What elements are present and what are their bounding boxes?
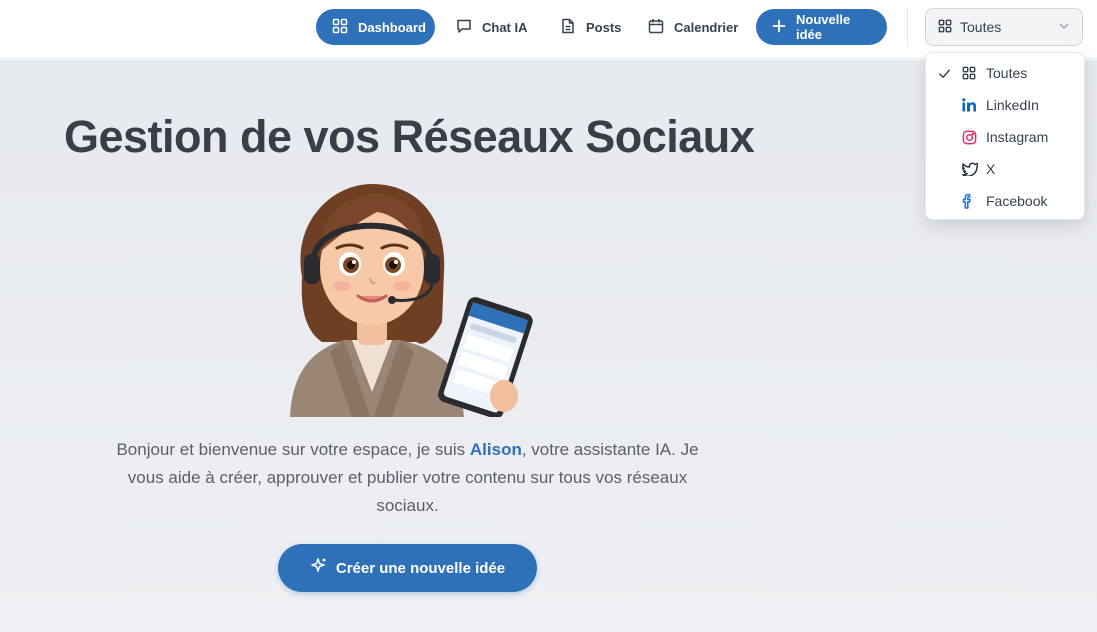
nav-posts-label: Posts [586, 19, 622, 35]
network-filter-select[interactable]: Toutes [925, 8, 1083, 46]
filter-option-label: Instagram [986, 129, 1049, 145]
facebook-icon [962, 193, 986, 209]
filter-option-linkedin[interactable]: LinkedIn [926, 89, 1084, 121]
intro-text-before: Bonjour et bienvenue sur votre espace, j… [116, 440, 470, 459]
linkedin-icon [962, 98, 986, 112]
filter-option-instagram[interactable]: Instagram [926, 121, 1084, 153]
twitter-bird-icon [962, 162, 986, 176]
filter-option-x[interactable]: X [926, 153, 1084, 185]
top-navbar: Dashboard Chat IA Posts Calendrier Nouve… [0, 0, 1097, 59]
grid-icon [938, 19, 952, 36]
filter-option-all[interactable]: Toutes [926, 57, 1084, 89]
nav-calendar-label: Calendrier [674, 19, 739, 35]
navbar-divider [907, 8, 908, 46]
filter-option-label: LinkedIn [986, 97, 1039, 113]
chevron-down-icon [1058, 19, 1070, 35]
file-text-icon [560, 18, 576, 37]
page-title: Gestion de vos Réseaux Sociaux [64, 111, 755, 162]
nav-posts-button[interactable]: Posts [544, 9, 637, 45]
calendar-icon [648, 18, 664, 37]
instagram-icon [962, 130, 986, 145]
network-filter-value: Toutes [960, 19, 1002, 35]
assistant-avatar [282, 182, 534, 419]
check-icon [938, 67, 962, 80]
intro-text: Bonjour et bienvenue sur votre espace, j… [110, 436, 705, 520]
nav-chat-button[interactable]: Chat IA [440, 9, 544, 45]
sparkles-icon [310, 557, 328, 579]
filter-option-label: X [986, 161, 996, 177]
filter-option-facebook[interactable]: Facebook [926, 185, 1084, 217]
grid-icon [332, 18, 348, 37]
new-idea-label: Nouvelle idée [796, 12, 851, 42]
plus-icon [772, 19, 786, 36]
network-filter-dropdown: Toutes LinkedIn Instagram X Facebook [925, 52, 1085, 220]
create-idea-label: Créer une nouvelle idée [335, 559, 506, 577]
create-idea-button[interactable]: Créer une nouvelle idée [278, 544, 537, 592]
filter-option-label: Toutes [986, 65, 1028, 81]
nav-dashboard-label: Dashboard [358, 19, 426, 35]
message-square-icon [456, 18, 472, 37]
grid-icon [962, 66, 986, 80]
nav-dashboard-button[interactable]: Dashboard [316, 9, 435, 45]
nav-calendar-button[interactable]: Calendrier [632, 9, 754, 45]
new-idea-button[interactable]: Nouvelle idée [756, 9, 887, 45]
filter-option-label: Facebook [986, 193, 1048, 209]
assistant-name: Alison [469, 440, 522, 459]
nav-chat-label: Chat IA [482, 19, 528, 35]
